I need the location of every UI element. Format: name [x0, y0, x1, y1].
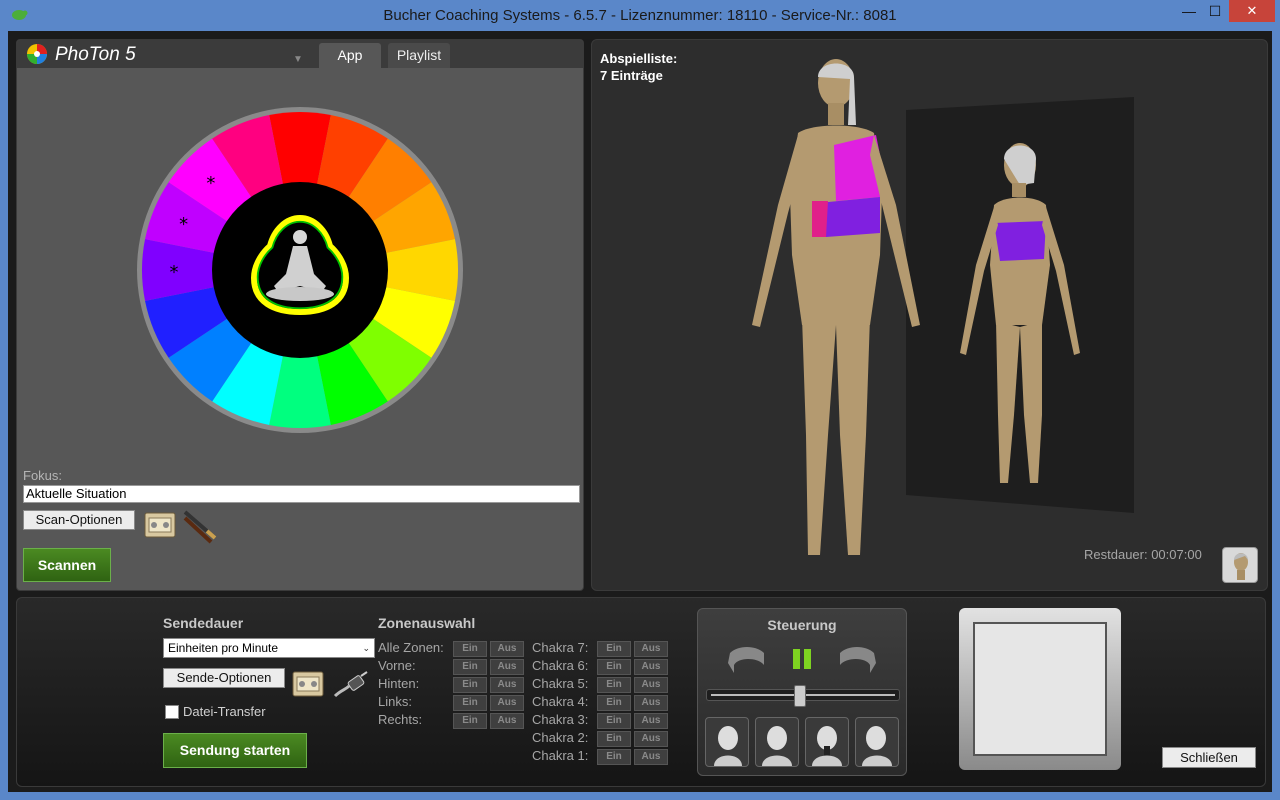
scan-options-button[interactable]: Scan-Optionen	[23, 510, 135, 530]
electrode-rods-icon[interactable]	[181, 508, 221, 544]
body-model-view[interactable]	[732, 55, 1152, 575]
head-front-icon	[762, 726, 792, 766]
sender-device-icon[interactable]	[291, 669, 325, 699]
chakra-on-button[interactable]: Ein	[597, 731, 631, 747]
zone-label: Hinten:	[378, 676, 420, 691]
rotate-left-icon[interactable]	[724, 643, 770, 675]
send-panel: Sendedauer Einheiten pro Minute ⌄ Sende-…	[16, 597, 1266, 787]
chakra-on-button[interactable]: Ein	[597, 749, 631, 765]
file-transfer-label: Datei-Transfer	[183, 704, 266, 719]
scan-button[interactable]: Scannen	[23, 548, 111, 582]
focus-input[interactable]: Aktuelle Situation	[23, 485, 580, 503]
zone-off-button[interactable]: Aus	[490, 641, 524, 657]
start-send-button[interactable]: Sendung starten	[163, 733, 307, 768]
view-right-button[interactable]	[855, 717, 899, 767]
zone-label: Rechts:	[378, 712, 423, 727]
zone-on-button[interactable]: Ein	[453, 713, 487, 729]
close-button[interactable]: Schließen	[1162, 747, 1256, 768]
tab-playlist[interactable]: Playlist	[388, 43, 450, 68]
app-client-area: PhoTon 5 ▼ App Playlist * * * Fokus: Aktue…	[8, 31, 1272, 792]
body-view-panel: Abspielliste: 7 Einträge Restdauer: 00:0…	[591, 39, 1268, 591]
zone-off-button[interactable]: Aus	[490, 713, 524, 729]
segment-marker: *	[206, 173, 215, 194]
photon-logo-icon	[27, 44, 47, 64]
chakra-on-button[interactable]: Ein	[597, 659, 631, 675]
view-left-button[interactable]	[705, 717, 749, 767]
close-window-button[interactable]: ✕	[1229, 0, 1275, 22]
chakra-label: Chakra 5:	[532, 676, 589, 691]
chakra-off-button[interactable]: Aus	[634, 695, 668, 711]
rotate-right-icon[interactable]	[834, 643, 880, 675]
slider-thumb[interactable]	[794, 685, 806, 707]
front-body-figure	[752, 59, 920, 555]
file-transfer-checkbox[interactable]	[165, 705, 179, 719]
playback-control-panel: Steuerung	[697, 608, 907, 776]
zone-on-button[interactable]: Ein	[453, 677, 487, 693]
playlist-title: Abspielliste:	[600, 51, 678, 66]
head-back-icon	[812, 726, 842, 766]
tab-app[interactable]: App	[319, 43, 381, 68]
preview-area	[973, 622, 1107, 756]
zone-label: Vorne:	[378, 658, 416, 673]
chakra-off-button[interactable]: Aus	[634, 659, 668, 675]
chakra-off-button[interactable]: Aus	[634, 677, 668, 693]
zone-label: Links:	[378, 694, 412, 709]
zone-off-button[interactable]: Aus	[490, 695, 524, 711]
chakra-label: Chakra 4:	[532, 694, 589, 709]
title-bar: Bucher Coaching Systems - 6.5.7 - Lizenz…	[0, 0, 1280, 32]
scan-panel: PhoTon 5 ▼ App Playlist * * * Fokus: Aktue…	[16, 39, 584, 591]
unit-select-value: Einheiten pro Minute	[168, 641, 279, 655]
chakra-label: Chakra 7:	[532, 640, 589, 655]
chakra-on-button[interactable]: Ein	[597, 641, 631, 657]
segment-marker: *	[170, 262, 179, 283]
scanner-device-icon[interactable]	[143, 510, 177, 540]
send-duration-title: Sendedauer	[163, 615, 244, 631]
chakra-on-button[interactable]: Ein	[597, 695, 631, 711]
chakra-off-button[interactable]: Aus	[634, 641, 668, 657]
head-view-button[interactable]	[1222, 547, 1258, 583]
chakra-off-button[interactable]: Aus	[634, 713, 668, 729]
unit-select[interactable]: Einheiten pro Minute ⌄	[163, 638, 375, 658]
maximize-button[interactable]: ☐	[1200, 0, 1230, 22]
send-options-button[interactable]: Sende-Optionen	[163, 668, 285, 688]
remaining-time: Restdauer: 00:07:00	[1084, 547, 1202, 562]
tab-strip: PhoTon 5 ▼ App Playlist	[17, 40, 583, 68]
chevron-down-icon: ⌄	[362, 643, 370, 653]
chakra-label: Chakra 6:	[532, 658, 589, 673]
view-front-button[interactable]	[755, 717, 799, 767]
chakra-off-button[interactable]: Aus	[634, 731, 668, 747]
chakra-off-button[interactable]: Aus	[634, 749, 668, 765]
segment-marker: *	[179, 214, 188, 235]
control-title: Steuerung	[767, 617, 837, 633]
chakra-on-button[interactable]: Ein	[597, 677, 631, 693]
app-dropdown-arrow-icon[interactable]: ▼	[293, 54, 303, 65]
zone-label: Alle Zonen:	[378, 640, 444, 655]
plug-cable-icon[interactable]	[331, 670, 371, 700]
playlist-count: 7 Einträge	[600, 68, 663, 83]
view-back-button[interactable]	[805, 717, 849, 767]
chakra-label: Chakra 1:	[532, 748, 589, 763]
zone-on-button[interactable]: Ein	[453, 659, 487, 675]
zone-off-button[interactable]: Aus	[490, 677, 524, 693]
zone-selection-title: Zonenauswahl	[378, 615, 476, 631]
window-title: Bucher Coaching Systems - 6.5.7 - Lizenz…	[383, 7, 897, 24]
head-left-icon	[714, 726, 742, 766]
preview-frame	[959, 608, 1121, 770]
head-right-icon	[862, 726, 892, 766]
zone-off-button[interactable]: Aus	[490, 659, 524, 675]
chakra-label: Chakra 2:	[532, 730, 589, 745]
pause-icon[interactable]	[790, 647, 814, 671]
app-logo-text: PhoTon 5	[55, 44, 136, 65]
playlist-info: Abspielliste: 7 Einträge	[600, 50, 677, 84]
chakra-on-button[interactable]: Ein	[597, 713, 631, 729]
zone-on-button[interactable]: Ein	[453, 641, 487, 657]
chakra-label: Chakra 3:	[532, 712, 589, 727]
zone-on-button[interactable]: Ein	[453, 695, 487, 711]
color-wheel[interactable]: * * *	[136, 106, 464, 434]
focus-label: Fokus:	[23, 468, 63, 483]
speed-slider[interactable]	[706, 685, 900, 707]
